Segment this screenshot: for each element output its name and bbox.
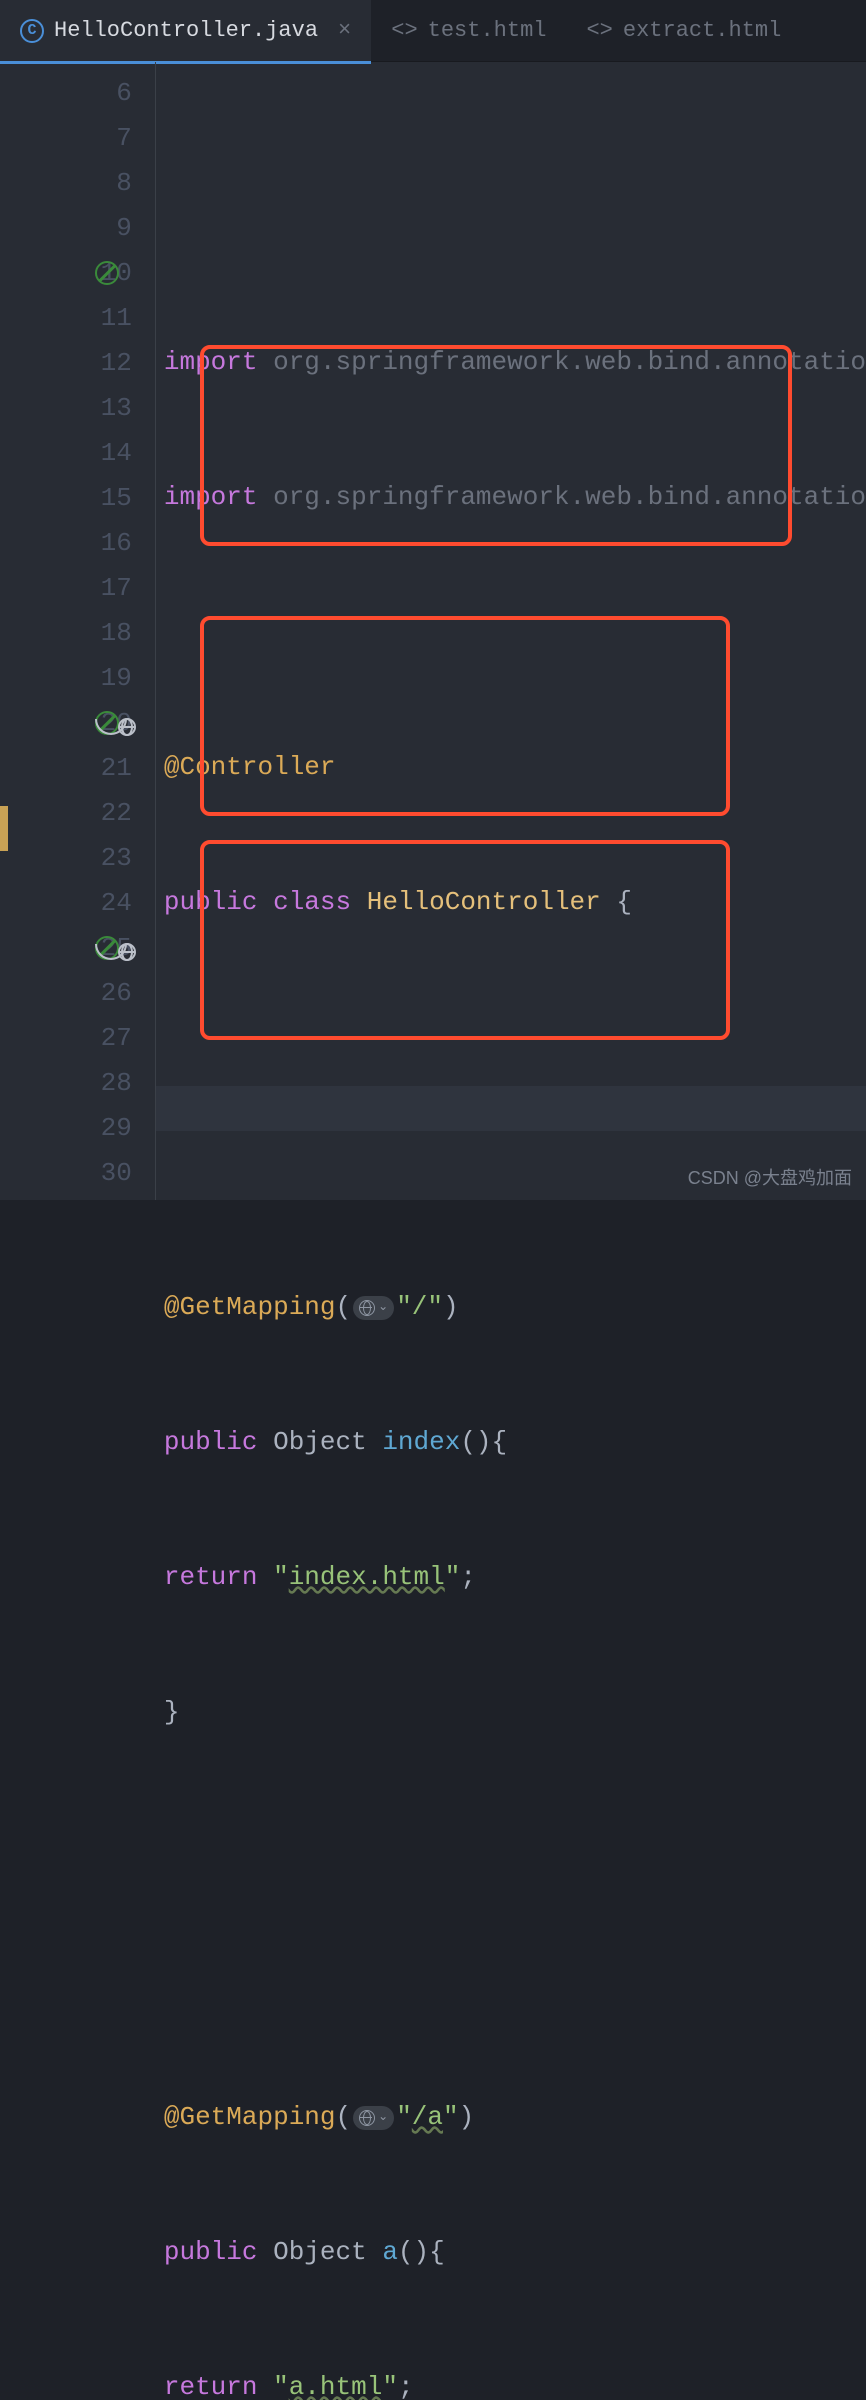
watermark: CSDN @大盘鸡加面 xyxy=(688,1164,852,1190)
code-line: @GetMapping(⌄"/a") xyxy=(154,2095,866,2140)
code-line: public class HelloController { xyxy=(154,880,866,925)
line-number[interactable]: 14 xyxy=(0,430,154,475)
code-line xyxy=(154,1015,866,1060)
chevron-down-icon: ⌄ xyxy=(378,2095,388,2140)
line-number[interactable]: 9 xyxy=(0,205,154,250)
code-line: return "a.html"; xyxy=(154,2365,866,2400)
line-number[interactable]: 11 xyxy=(0,295,154,340)
class-file-icon: C xyxy=(20,19,44,43)
tab-test[interactable]: <> test.html xyxy=(371,0,566,61)
line-number[interactable]: 10 xyxy=(0,250,154,295)
line-number[interactable]: 27 xyxy=(0,1015,154,1060)
line-number[interactable]: 29 xyxy=(0,1105,154,1150)
editor-pane: 6 7 8 9 10 11 12 13 14 15 16 17 18 19 20… xyxy=(0,62,866,1200)
line-number[interactable]: 24 xyxy=(0,880,154,925)
html-file-icon: <> xyxy=(391,18,417,43)
line-number[interactable]: 26 xyxy=(0,970,154,1015)
tab-label: extract.html xyxy=(623,18,781,43)
code-line xyxy=(154,1960,866,2005)
highlight-box-3 xyxy=(200,840,730,1040)
line-number[interactable]: 23 xyxy=(0,835,154,880)
line-number[interactable]: 17 xyxy=(0,565,154,610)
code-line: @GetMapping(⌄"/") xyxy=(154,1285,866,1330)
line-number[interactable]: 28 xyxy=(0,1060,154,1105)
line-number-gutter: 6 7 8 9 10 11 12 13 14 15 16 17 18 19 20… xyxy=(0,62,154,1200)
code-line: import org.springframework.web.bind.anno… xyxy=(154,340,866,385)
url-pill-icon[interactable]: ⌄ xyxy=(353,2106,394,2130)
web-no-entry-icon xyxy=(95,711,119,735)
globe-icon xyxy=(118,943,136,961)
code-line: return "index.html"; xyxy=(154,1555,866,1600)
code-line: public Object a(){ xyxy=(154,2230,866,2275)
line-number[interactable]: 25 xyxy=(0,925,154,970)
code-area[interactable]: import org.springframework.web.bind.anno… xyxy=(154,62,866,1200)
url-pill-icon[interactable]: ⌄ xyxy=(353,1296,394,1320)
tab-label: test.html xyxy=(428,18,547,43)
globe-icon xyxy=(359,2110,375,2126)
tab-extract[interactable]: <> extract.html xyxy=(566,0,801,61)
no-entry-icon xyxy=(95,261,119,285)
code-line xyxy=(154,1825,866,1870)
web-no-entry-icon xyxy=(95,936,119,960)
line-number[interactable]: 21 xyxy=(0,745,154,790)
editor-tabs: C HelloController.java × <> test.html <>… xyxy=(0,0,866,62)
line-number[interactable]: 20 xyxy=(0,700,154,745)
line-number[interactable]: 22 xyxy=(0,790,154,835)
html-file-icon: <> xyxy=(586,18,612,43)
line-number[interactable]: 15 xyxy=(0,475,154,520)
code-line: import org.springframework.web.bind.anno… xyxy=(154,475,866,520)
globe-icon xyxy=(118,718,136,736)
code-line: public Object index(){ xyxy=(154,1420,866,1465)
tab-label: HelloController.java xyxy=(54,18,318,43)
line-number[interactable]: 13 xyxy=(0,385,154,430)
line-number[interactable]: 18 xyxy=(0,610,154,655)
line-number[interactable]: 6 xyxy=(0,70,154,115)
close-icon[interactable]: × xyxy=(338,18,351,43)
code-line xyxy=(154,610,866,655)
code-line: @Controller xyxy=(154,745,866,790)
line-number[interactable]: 30 xyxy=(0,1150,154,1195)
chevron-down-icon: ⌄ xyxy=(378,1285,388,1330)
line-number[interactable]: 7 xyxy=(0,115,154,160)
tab-hellocontroller[interactable]: C HelloController.java × xyxy=(0,0,371,61)
globe-icon xyxy=(359,1300,375,1316)
line-number[interactable]: 8 xyxy=(0,160,154,205)
line-number[interactable]: 16 xyxy=(0,520,154,565)
line-number[interactable]: 12 xyxy=(0,340,154,385)
line-number[interactable]: 19 xyxy=(0,655,154,700)
code-line: } xyxy=(154,1690,866,1735)
